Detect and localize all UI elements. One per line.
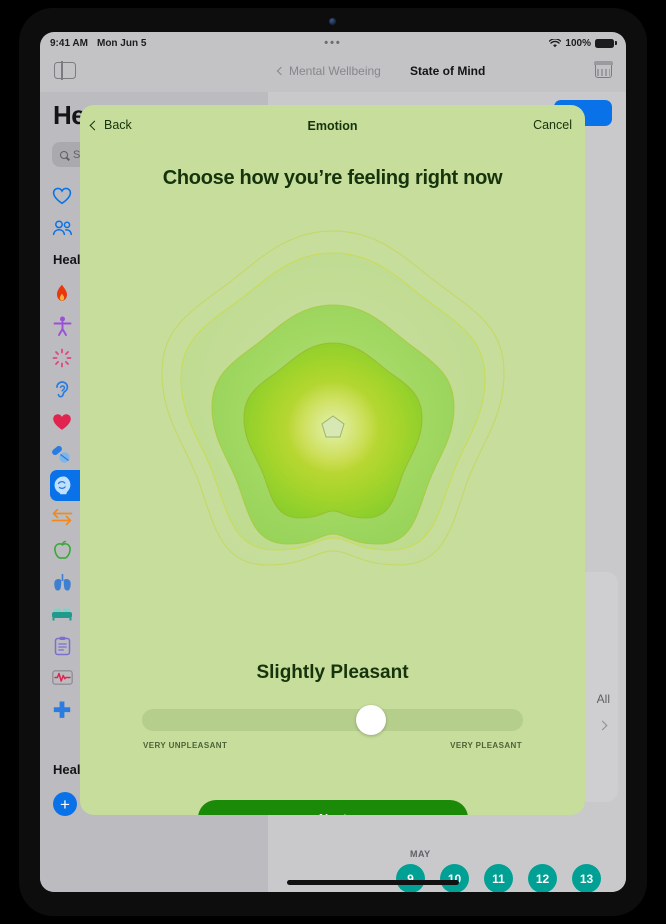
nav-back-label: Mental Wellbeing [289, 64, 381, 78]
front-camera-dot-icon [329, 18, 336, 25]
state-of-mind-flower-graphic[interactable] [148, 213, 518, 603]
heart-outline-icon [50, 184, 74, 208]
wifi-icon [549, 38, 562, 47]
vitals-waveform-icon [50, 666, 74, 690]
calendar-day[interactable]: 12 [528, 864, 557, 892]
nav-bar: Mental Wellbeing State of Mind [40, 54, 626, 92]
mobility-arrows-icon [50, 506, 74, 530]
status-bar-left: 9:41 AM Mon Jun 5 [50, 38, 146, 49]
cycle-icon [50, 346, 74, 370]
status-date: Mon Jun 5 [96, 37, 147, 49]
ear-icon [50, 378, 74, 402]
slider-min-label: VERY UNPLEASANT [143, 741, 228, 750]
people-icon [50, 216, 74, 240]
calendar-day[interactable]: 10 [440, 864, 469, 892]
slider-max-label: VERY PLEASANT [450, 741, 522, 750]
calendar-day[interactable]: 9 [396, 864, 425, 892]
screen: 9:41 AM Mon Jun 5 ••• 100% Mental Wellbe… [40, 32, 626, 892]
multitask-dots-icon[interactable]: ••• [324, 38, 342, 49]
slider-thumb[interactable] [356, 705, 387, 735]
page-title: State of Mind [410, 64, 486, 78]
search-icon [60, 150, 68, 159]
calendar-day[interactable]: 13 [572, 864, 601, 892]
status-bar: 9:41 AM Mon Jun 5 ••• 100% [40, 32, 626, 54]
heart-icon [50, 410, 74, 434]
calendar-day[interactable]: 11 [484, 864, 513, 892]
ipad-device: 9:41 AM Mon Jun 5 ••• 100% Mental Wellbe… [0, 0, 666, 924]
chevron-left-icon [276, 66, 286, 76]
body-icon [50, 314, 74, 338]
cancel-button[interactable]: Cancel [533, 118, 572, 132]
cross-plus-icon [50, 698, 74, 722]
pills-icon [50, 442, 74, 466]
add-button[interactable]: + [53, 792, 77, 816]
lungs-icon [50, 570, 74, 594]
calendar-month-label: MAY [410, 849, 431, 859]
sheet-prompt: Choose how you’re feeling right now [162, 167, 503, 189]
status-time: 9:41 AM [50, 37, 88, 49]
sheet-title: Emotion [307, 119, 358, 133]
head-icon [50, 474, 74, 498]
calendar-icon[interactable] [594, 61, 613, 78]
emotion-value-label: Slightly Pleasant [256, 662, 409, 683]
battery-full-icon [595, 38, 617, 48]
battery-percent: 100% [565, 37, 591, 49]
clipboard-icon [50, 634, 74, 658]
home-indicator [287, 880, 459, 885]
nav-back-button[interactable]: Mental Wellbeing [276, 64, 381, 78]
calendar-week-row: 9 10 11 12 13 [396, 864, 601, 892]
flame-icon [50, 282, 74, 306]
sidebar-toggle-icon[interactable] [54, 61, 76, 80]
next-button[interactable]: Next [198, 800, 468, 815]
apple-icon [50, 538, 74, 562]
sheet-nav-bar: Back Emotion Cancel [80, 105, 585, 149]
bed-icon [50, 602, 74, 626]
status-bar-right: 100% [549, 37, 617, 49]
all-filter-label[interactable]: All [597, 692, 610, 706]
emotion-slider[interactable] [142, 705, 523, 735]
emotion-sheet: Back Emotion Cancel Choose how you’re fe… [80, 105, 585, 815]
